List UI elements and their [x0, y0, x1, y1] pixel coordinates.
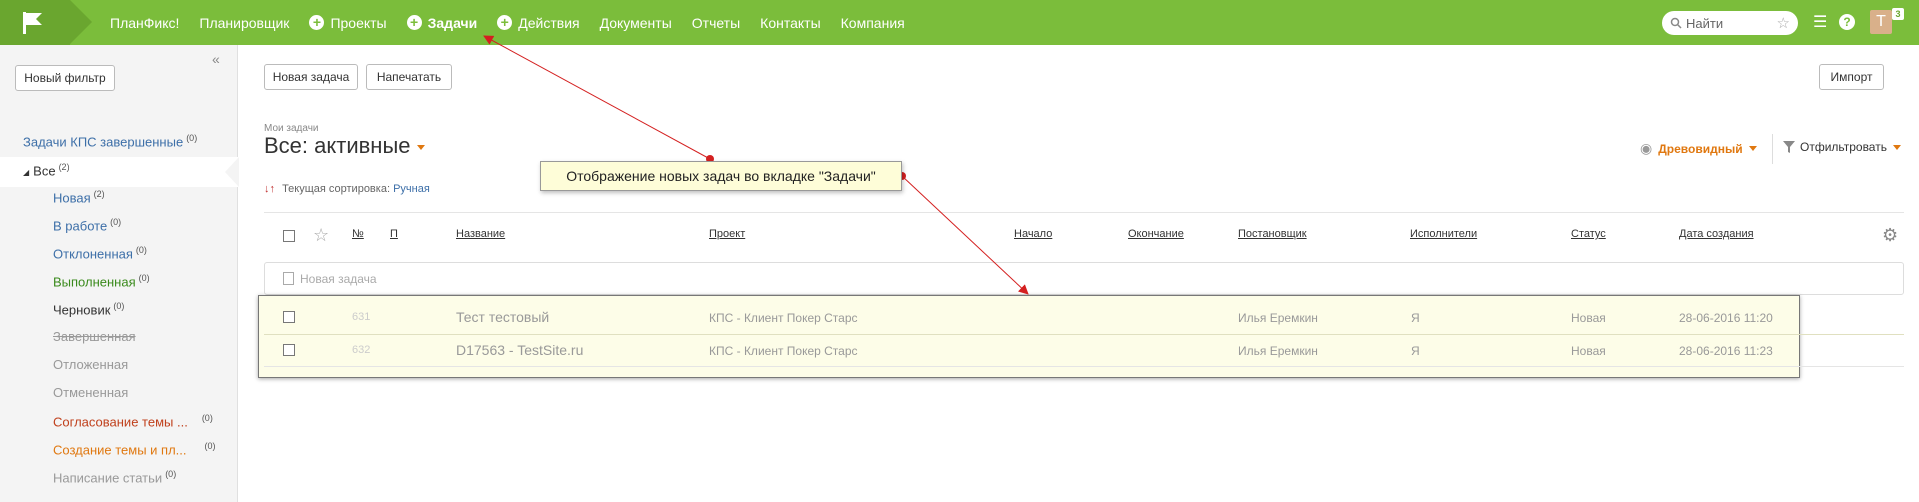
annotation-text: Отображение новых задач во вкладке "Зада… [566, 168, 876, 184]
arrow-to-tasks-tab [483, 35, 711, 160]
annotation-callout: Отображение новых задач во вкладке "Зада… [540, 161, 902, 191]
arrow-to-new-rows [901, 175, 1029, 295]
annotation-arrows [483, 35, 1029, 295]
